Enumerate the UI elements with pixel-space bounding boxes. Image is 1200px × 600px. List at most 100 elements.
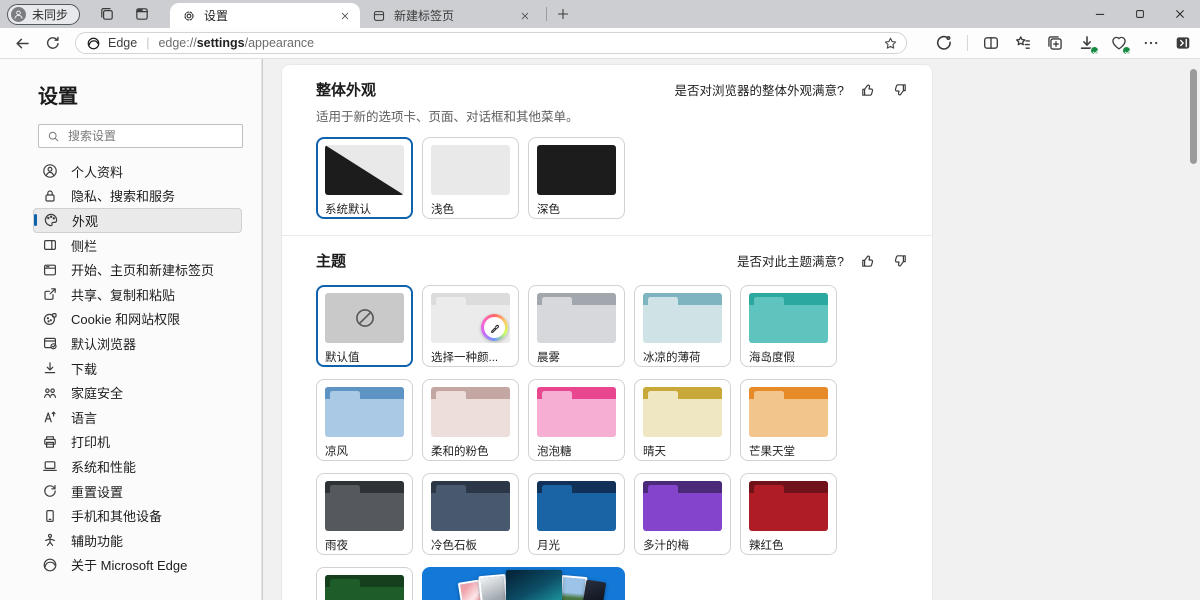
window-controls: [1080, 0, 1200, 28]
search-input[interactable]: [68, 129, 218, 143]
close-tab-icon[interactable]: [518, 9, 532, 23]
thumbs-up-icon[interactable]: [860, 82, 876, 98]
theme-spicy-red[interactable]: 辣红色: [740, 473, 837, 555]
phone-icon: [42, 508, 58, 524]
swatch: [325, 575, 404, 600]
swatch: [749, 293, 828, 343]
copilot-icon[interactable]: [935, 34, 953, 52]
page-content: 设置 个人资料 隐私、搜索和服务 外观 侧栏: [0, 59, 1200, 600]
photo-thumb: [506, 570, 562, 600]
omnibox-separator: |: [146, 36, 149, 50]
tab-settings[interactable]: 设置: [170, 3, 360, 28]
theme-soft-pink[interactable]: 柔和的粉色: [422, 379, 519, 461]
option-system-default[interactable]: 系统默认: [316, 137, 413, 219]
downloads-icon[interactable]: [1078, 34, 1096, 52]
theme-photo-collage: [422, 567, 625, 600]
refresh-icon[interactable]: [45, 35, 61, 51]
new-tab-button[interactable]: [553, 4, 573, 24]
sidebar-item-share-copy[interactable]: 共享、复制和粘贴: [33, 282, 242, 307]
thumbs-up-icon[interactable]: [860, 253, 876, 269]
sidebar-item-cookies[interactable]: Cookie 和网站权限: [33, 307, 242, 332]
sidebar-item-start-home[interactable]: 开始、主页和新建标签页: [33, 257, 242, 282]
split-screen-icon[interactable]: [982, 34, 1000, 52]
tab-label: 新建标签页: [394, 7, 518, 24]
close-tab-icon[interactable]: [338, 9, 352, 23]
reset-icon: [42, 483, 58, 499]
collections-icon[interactable]: [1046, 34, 1064, 52]
theme-island-getaway[interactable]: 海岛度假: [740, 285, 837, 367]
theme-cool-slate[interactable]: 冷色石板: [422, 473, 519, 555]
sidebar-item-appearance[interactable]: 外观: [33, 208, 242, 233]
download-icon: [42, 360, 58, 376]
accessibility-icon: [42, 532, 58, 548]
sidebar-toggle-icon[interactable]: [1174, 34, 1192, 52]
photo-thumb: [478, 574, 508, 600]
scrollbar-thumb[interactable]: [1190, 69, 1197, 164]
swatch: [537, 481, 616, 531]
swatch: [749, 387, 828, 437]
tab-new-tab-page[interactable]: 新建标签页: [360, 3, 540, 28]
sidebar-item-family[interactable]: 家庭安全: [33, 380, 242, 405]
more-options-icon[interactable]: [1142, 34, 1160, 52]
sidebar-item-profiles[interactable]: 个人资料: [33, 159, 242, 184]
sidebar-item-about[interactable]: 关于 Microsoft Edge: [33, 553, 242, 578]
sidebar-item-accessibility[interactable]: 辅助功能: [33, 528, 242, 553]
theme-cool-mint[interactable]: 冰凉的薄荷: [634, 285, 731, 367]
section-title: 主题: [316, 250, 346, 271]
theme-morning-mist[interactable]: 晨雾: [528, 285, 625, 367]
page-title: 设置: [38, 80, 261, 109]
theme-green[interactable]: [316, 567, 413, 600]
theme-grid: 默认值 选择一种颜...: [316, 285, 908, 600]
favorites-icon[interactable]: [1014, 34, 1032, 52]
workspaces-icon[interactable]: [99, 6, 115, 22]
color-picker-icon[interactable]: [481, 314, 508, 341]
lock-icon: [42, 188, 58, 204]
sidebar-item-printers[interactable]: 打印机: [33, 430, 242, 455]
sidebar-item-privacy[interactable]: 隐私、搜索和服务: [33, 184, 242, 209]
favorite-star-icon[interactable]: [883, 36, 898, 51]
tab-actions-icon[interactable]: [134, 6, 150, 22]
sidebar-icon: [42, 237, 58, 253]
theme-custom-color[interactable]: 选择一种颜...: [422, 285, 519, 367]
prohibited-icon: [353, 306, 377, 330]
sidebar-item-languages[interactable]: 语言: [33, 405, 242, 430]
theme-sunny-day[interactable]: 晴天: [634, 379, 731, 461]
sidebar-item-default-browser[interactable]: 默认浏览器: [33, 331, 242, 356]
sidebar-item-system[interactable]: 系统和性能: [33, 454, 242, 479]
close-window-button[interactable]: [1160, 0, 1200, 28]
cookie-icon: [42, 311, 58, 327]
profile-button[interactable]: 未同步: [7, 4, 80, 25]
overall-appearance-options: 系统默认 浅色 深色: [316, 137, 908, 219]
thumbs-down-icon[interactable]: [892, 82, 908, 98]
theme-gallery-banner[interactable]: [422, 567, 625, 600]
theme-rainy-night[interactable]: 雨夜: [316, 473, 413, 555]
theme-cool-breeze[interactable]: 凉风: [316, 379, 413, 461]
edge-logo-icon: [42, 557, 58, 573]
settings-sidebar: 设置 个人资料 隐私、搜索和服务 外观 侧栏: [0, 59, 262, 600]
swatch: [431, 481, 510, 531]
thumbs-down-icon[interactable]: [892, 253, 908, 269]
swatch: [537, 145, 616, 195]
gear-icon: [182, 9, 196, 23]
browser-essentials-icon[interactable]: [1110, 34, 1128, 52]
theme-mango-paradise[interactable]: 芒果天堂: [740, 379, 837, 461]
swatch: [325, 293, 404, 343]
new-tab-page-icon: [372, 9, 386, 23]
theme-default[interactable]: 默认值: [316, 285, 413, 367]
back-icon[interactable]: [14, 35, 31, 52]
sidebar-item-downloads[interactable]: 下载: [33, 356, 242, 381]
address-bar[interactable]: Edge | edge://settings/appearance: [75, 32, 907, 54]
option-dark[interactable]: 深色: [528, 137, 625, 219]
maximize-button[interactable]: [1120, 0, 1160, 28]
swatch: [325, 145, 404, 195]
search-box[interactable]: [38, 124, 243, 148]
sidebar-item-phone[interactable]: 手机和其他设备: [33, 503, 242, 528]
minimize-button[interactable]: [1080, 0, 1120, 28]
section-subtitle: 适用于新的选项卡、页面、对话框和其他菜单。: [316, 106, 908, 125]
theme-bubble-gum[interactable]: 泡泡糖: [528, 379, 625, 461]
sidebar-item-sidebar[interactable]: 侧栏: [33, 233, 242, 258]
option-light[interactable]: 浅色: [422, 137, 519, 219]
sidebar-item-reset[interactable]: 重置设置: [33, 479, 242, 504]
theme-juicy-plum[interactable]: 多汁的梅: [634, 473, 731, 555]
theme-moonlight[interactable]: 月光: [528, 473, 625, 555]
